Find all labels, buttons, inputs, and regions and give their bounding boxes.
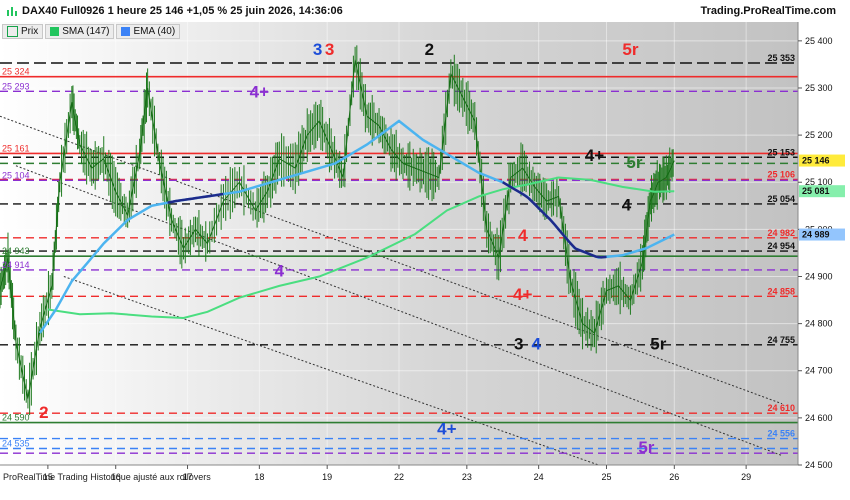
legend-item-price[interactable]: Prix [2, 24, 44, 39]
legend-item-ema[interactable]: EMA (40) [116, 24, 181, 39]
wave-label: 3 [514, 335, 523, 354]
wave-label: 4+ [585, 146, 604, 165]
legend-item-sma[interactable]: SMA (147) [45, 24, 115, 39]
footer-note: ProRealTime Trading Historique ajusté au… [3, 472, 211, 482]
price-badge-label: 25 081 [802, 186, 830, 196]
y-tick-label: 24 900 [805, 271, 833, 281]
y-tick-label: 25 400 [805, 36, 833, 46]
wave-label: 4+ [513, 285, 532, 304]
level-label-right: 25 106 [767, 169, 795, 179]
y-tick-label: 24 700 [805, 366, 833, 376]
wave-label: 4+ [437, 419, 456, 438]
wave-label: 5r [622, 40, 638, 59]
level-label-right: 25 153 [767, 147, 795, 157]
level-label-right: 24 610 [767, 403, 795, 413]
chart-window: DAX40 Full0926 1 heure 25 146 +1,05 % 25… [0, 0, 850, 500]
wave-label: 5r [626, 153, 642, 172]
wave-label: 3 [313, 40, 322, 59]
legend-label-price: Prix [21, 26, 39, 37]
price-chart[interactable]: 3 3 2 5r4+4+ 5r4444+3 4 5r24+5r 24 50024 60024… [0, 22, 850, 487]
x-tick-label: 23 [462, 472, 472, 482]
x-tick-label: 24 [534, 472, 544, 482]
level-label-right: 24 755 [767, 335, 795, 345]
indicator-legend: Prix SMA (147) EMA (40) [2, 24, 181, 39]
legend-swatch-sma-icon [50, 27, 60, 36]
level-label-left: 24 590 [2, 413, 30, 423]
price-badge-label: 24 989 [802, 230, 830, 240]
prorealtime-logo-icon [7, 7, 17, 16]
wave-label: 4 [532, 335, 542, 354]
price-badge-label: 25 146 [802, 156, 830, 166]
level-label-left: 25 324 [2, 67, 30, 77]
wave-label: 2 [425, 40, 434, 59]
legend-swatch-ema-icon [121, 27, 131, 36]
level-label-right: 24 858 [767, 286, 795, 296]
brand-label: Trading.ProRealTime.com [700, 5, 836, 17]
level-label-right: 24 954 [767, 241, 795, 251]
y-tick-label: 24 800 [805, 319, 833, 329]
chart-header: DAX40 Full0926 1 heure 25 146 +1,05 % 25… [0, 0, 850, 22]
level-label-left: 24 535 [2, 439, 30, 449]
level-label-left: 24 914 [2, 260, 30, 270]
x-tick-label: 19 [322, 472, 332, 482]
level-label-left: 25 161 [2, 143, 30, 153]
level-label-right: 25 353 [767, 53, 795, 63]
y-tick-label: 24 500 [805, 460, 833, 470]
x-tick-label: 25 [601, 472, 611, 482]
instrument-title: DAX40 Full0926 1 heure 25 146 +1,05 % 25… [22, 5, 343, 17]
legend-label-sma: SMA (147) [62, 26, 110, 37]
legend-swatch-price-icon [7, 26, 18, 37]
y-tick-label: 25 200 [805, 130, 833, 140]
x-tick-label: 29 [741, 472, 751, 482]
wave-label: 4 [622, 196, 632, 215]
level-label-right: 24 982 [767, 228, 795, 238]
wave-label: 3 [325, 40, 334, 59]
wave-label: 4 [275, 261, 285, 280]
level-label-right: 25 054 [767, 194, 795, 204]
wave-label: 4 [518, 226, 528, 245]
legend-label-ema: EMA (40) [133, 26, 176, 37]
wave-label: 5r [638, 438, 654, 457]
y-tick-label: 24 600 [805, 413, 833, 423]
wave-label: 5r [650, 335, 666, 354]
level-label-left: 24 943 [2, 246, 30, 256]
x-tick-label: 26 [669, 472, 679, 482]
x-tick-label: 18 [254, 472, 264, 482]
x-tick-label: 22 [394, 472, 404, 482]
wave-label: 4+ [250, 82, 269, 101]
level-label-left: 25 104 [2, 170, 30, 180]
level-label-left: 25 293 [2, 81, 30, 91]
level-label-right: 24 556 [767, 429, 795, 439]
y-tick-label: 25 300 [805, 83, 833, 93]
wave-label: 2 [39, 403, 48, 422]
